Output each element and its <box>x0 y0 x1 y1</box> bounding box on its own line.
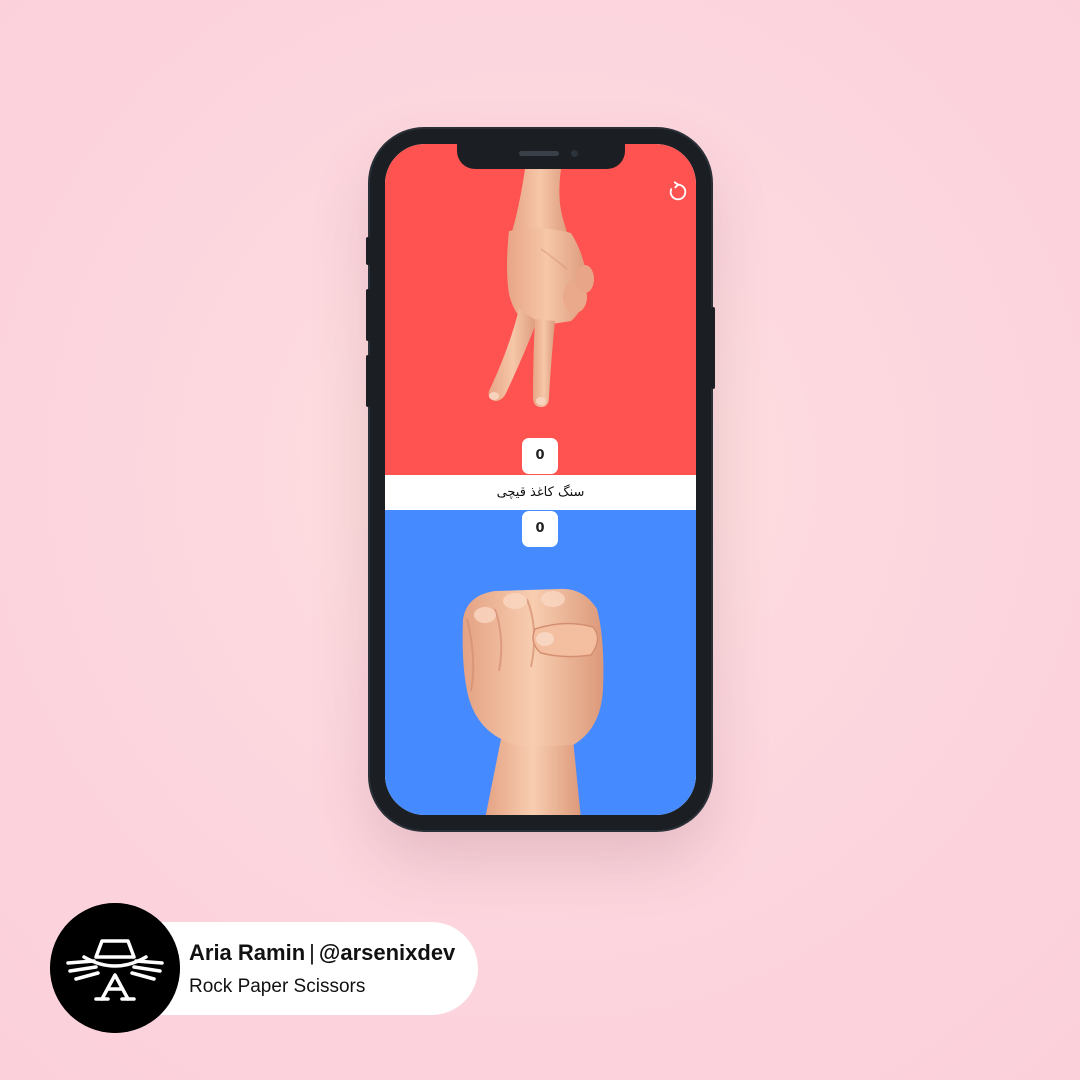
reset-icon[interactable] <box>667 181 689 203</box>
player-score: 0 <box>522 511 558 547</box>
volume-down-button <box>366 355 370 407</box>
rock-fist-icon <box>462 588 604 815</box>
opponent-score: 0 <box>522 438 558 474</box>
speaker-grille <box>519 151 559 156</box>
power-button <box>711 307 715 389</box>
silent-switch <box>366 237 370 265</box>
project-name: Rock Paper Scissors <box>189 976 366 997</box>
phone-mockup: سنگ کاغذ قیچی 0 0 <box>366 129 715 830</box>
volume-up-button <box>366 289 370 341</box>
author-line: Aria Ramin | @arsenixdev <box>189 940 455 966</box>
game-title: سنگ کاغذ قیچی <box>496 485 585 500</box>
game-screen: سنگ کاغذ قیچی 0 0 <box>385 144 696 815</box>
author-separator: | <box>309 940 315 965</box>
author-name: Aria Ramin <box>189 940 306 965</box>
front-camera <box>569 148 580 159</box>
scissors-hand-icon <box>488 169 594 407</box>
notch <box>457 144 625 169</box>
author-handle[interactable]: @arsenixdev <box>319 940 455 965</box>
author-logo-icon <box>50 903 180 1033</box>
